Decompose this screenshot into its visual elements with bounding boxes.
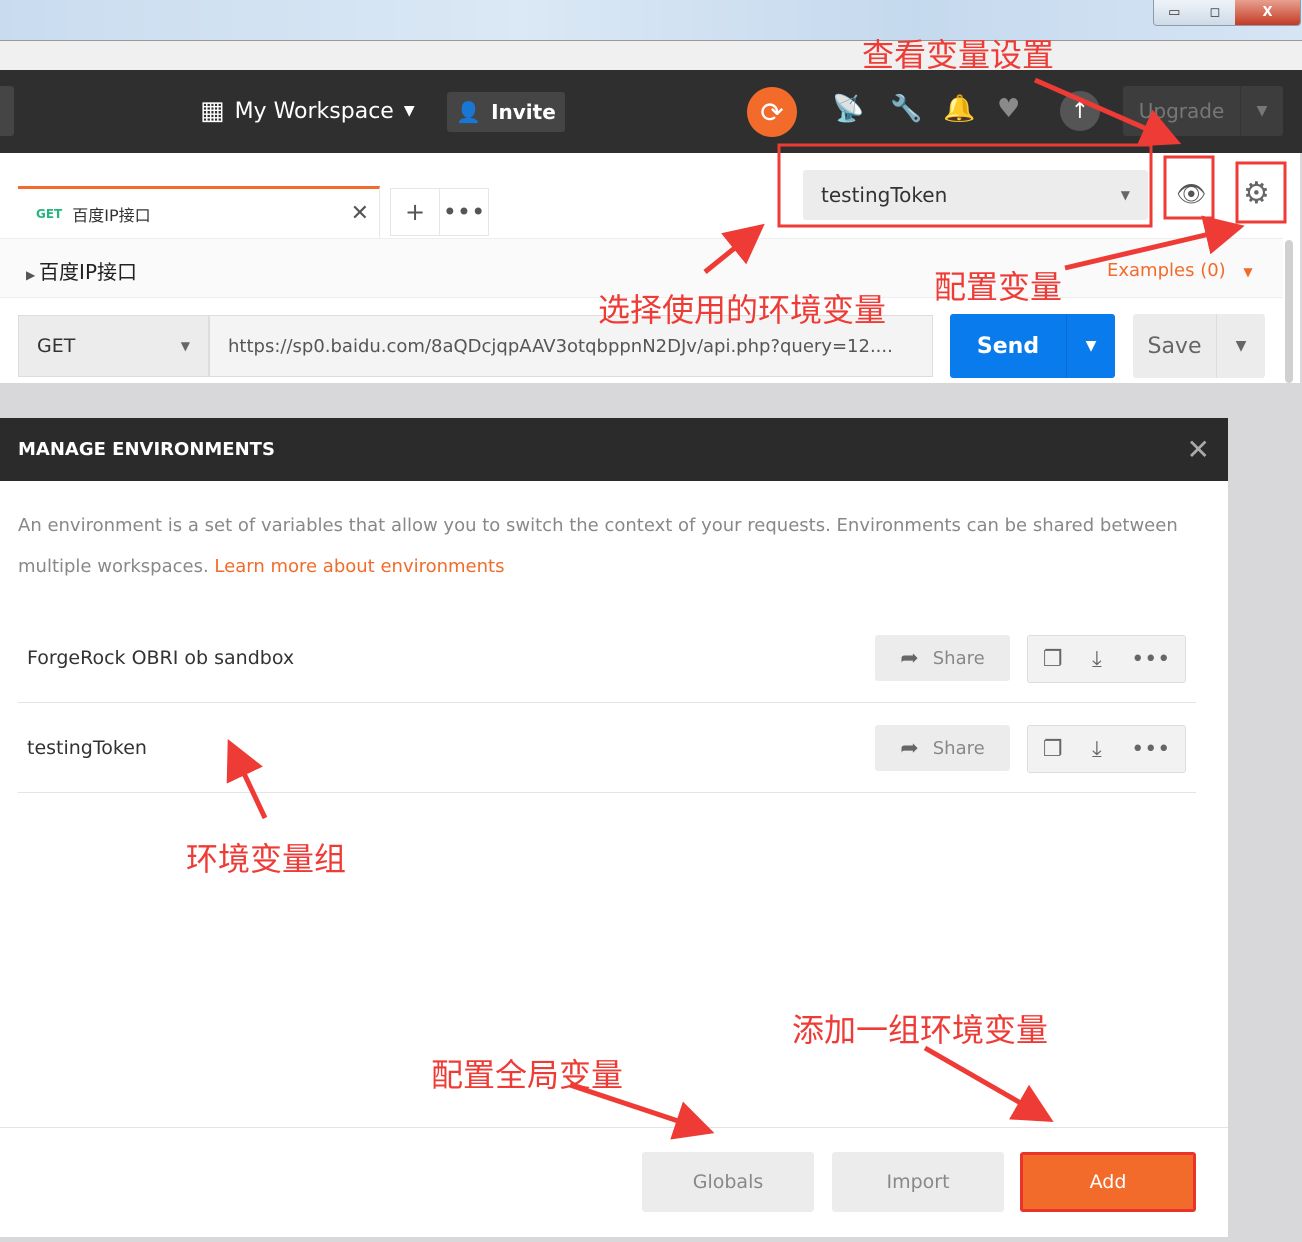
share-label: Share (932, 737, 985, 759)
modal-footer-divider (0, 1127, 1228, 1128)
chevron-down-icon[interactable]: ▼ (1241, 86, 1283, 136)
scrollbar[interactable] (1285, 240, 1293, 383)
request-tab[interactable]: GET 百度IP接口 ✕ (18, 186, 380, 238)
add-user-icon: 👤 (456, 100, 482, 124)
chevron-down-icon[interactable]: ▼ (1067, 314, 1115, 378)
app-header (0, 70, 1302, 153)
share-button[interactable]: ➦ Share (875, 635, 1010, 681)
share-label: Share (932, 647, 985, 669)
satellite-icon[interactable]: 📡 (832, 94, 864, 124)
add-button[interactable]: Add (1020, 1152, 1196, 1212)
sync-icon[interactable]: ⟳ (747, 87, 797, 137)
save-button[interactable]: Save ▼ (1133, 314, 1265, 378)
title-bar (0, 40, 1302, 70)
environment-row: ForgeRock OBRI ob sandbox ➦ Share ❐ ⤓ ••• (18, 613, 1196, 703)
more-tabs-button[interactable]: ••• (439, 188, 489, 236)
workspace-label: My Workspace (234, 98, 394, 124)
environment-name[interactable]: ForgeRock OBRI ob sandbox (27, 647, 294, 669)
chevron-down-icon: ▼ (403, 103, 415, 119)
chevron-down-icon: ▼ (1120, 188, 1130, 202)
chevron-down-icon: ▼ (180, 339, 190, 353)
tab-name: 百度IP接口 (72, 205, 151, 225)
caret-right-icon: ▶ (26, 268, 40, 282)
environment-actions: ❐ ⤓ ••• (1027, 725, 1186, 773)
grid-icon: ▦ (200, 96, 225, 126)
eye-icon[interactable]: 👁 (1176, 180, 1206, 208)
header-left-button[interactable] (0, 86, 14, 136)
close-icon[interactable]: ✕ (1187, 433, 1210, 466)
close-icon[interactable]: ✕ (351, 201, 369, 226)
upgrade-label: Upgrade (1123, 86, 1241, 136)
avatar[interactable]: ↑ (1060, 91, 1100, 131)
window-controls: ▭ ◻ X (1153, 0, 1301, 26)
modal-description: An environment is a set of variables tha… (18, 505, 1198, 587)
wrench-icon[interactable]: 🔧 (890, 94, 922, 124)
duplicate-icon[interactable]: ❐ (1043, 737, 1063, 762)
modal-title: MANAGE ENVIRONMENTS (18, 439, 275, 460)
desktop-background (0, 0, 1302, 40)
annotation-select-env: 选择使用的环境变量 (598, 291, 887, 329)
annotation-add-group: 添加一组环境变量 (792, 1011, 1049, 1049)
import-button[interactable]: Import (832, 1152, 1004, 1212)
method-select[interactable]: GET ▼ (18, 315, 209, 377)
share-button[interactable]: ➦ Share (875, 725, 1010, 771)
upgrade-button[interactable]: Upgrade ▼ (1123, 86, 1283, 136)
annotation-view-vars: 查看变量设置 (862, 36, 1055, 74)
environment-row: testingToken ➦ Share ❐ ⤓ ••• (18, 703, 1196, 793)
environment-select[interactable]: testingToken ▼ (803, 170, 1148, 220)
tab-method: GET (36, 206, 63, 221)
maximize-button[interactable]: ◻ (1194, 0, 1236, 25)
environment-selected: testingToken (821, 183, 948, 207)
bell-icon[interactable]: 🔔 (943, 94, 975, 124)
globals-button[interactable]: Globals (642, 1152, 814, 1212)
share-icon: ➦ (900, 645, 919, 671)
invite-button[interactable]: 👤 Invite (447, 92, 565, 132)
heart-icon[interactable]: ♥ (997, 94, 1020, 124)
environment-name[interactable]: testingToken (27, 737, 147, 759)
annotation-config-globals: 配置全局变量 (431, 1056, 624, 1094)
new-tab-button[interactable]: + (390, 188, 440, 236)
gear-icon[interactable]: ⚙ (1243, 176, 1270, 211)
chevron-down-icon[interactable]: ▼ (1217, 314, 1265, 378)
annotation-env-group: 环境变量组 (186, 840, 347, 878)
save-label: Save (1133, 314, 1217, 378)
more-icon[interactable]: ••• (1131, 647, 1170, 672)
environment-actions: ❐ ⤓ ••• (1027, 635, 1186, 683)
close-window-button[interactable]: X (1235, 0, 1300, 25)
modal-header: MANAGE ENVIRONMENTS ✕ (0, 418, 1228, 481)
examples-dropdown[interactable]: Examples (0) ▼ (1107, 260, 1253, 281)
method-label: GET (37, 335, 76, 357)
send-label: Send (950, 314, 1067, 378)
learn-more-link[interactable]: Learn more about environments (214, 556, 504, 577)
examples-label: Examples (0) (1107, 260, 1226, 281)
request-name[interactable]: ▶ 百度IP接口 (26, 256, 137, 285)
more-icon[interactable]: ••• (1131, 737, 1170, 762)
modal-body (0, 481, 1228, 1237)
share-icon: ➦ (900, 735, 919, 761)
annotation-config-vars: 配置变量 (934, 268, 1063, 306)
minimize-button[interactable]: ▭ (1154, 0, 1195, 25)
request-name-label: 百度IP接口 (39, 260, 138, 284)
chevron-down-icon: ▼ (1243, 265, 1253, 279)
download-icon[interactable]: ⤓ (1092, 647, 1102, 672)
send-button[interactable]: Send ▼ (950, 314, 1115, 378)
invite-label: Invite (491, 100, 556, 124)
description-text: An environment is a set of variables tha… (18, 515, 1178, 577)
download-icon[interactable]: ⤓ (1092, 737, 1102, 762)
duplicate-icon[interactable]: ❐ (1043, 647, 1063, 672)
workspace-switcher[interactable]: ▦ My Workspace ▼ (200, 96, 415, 126)
